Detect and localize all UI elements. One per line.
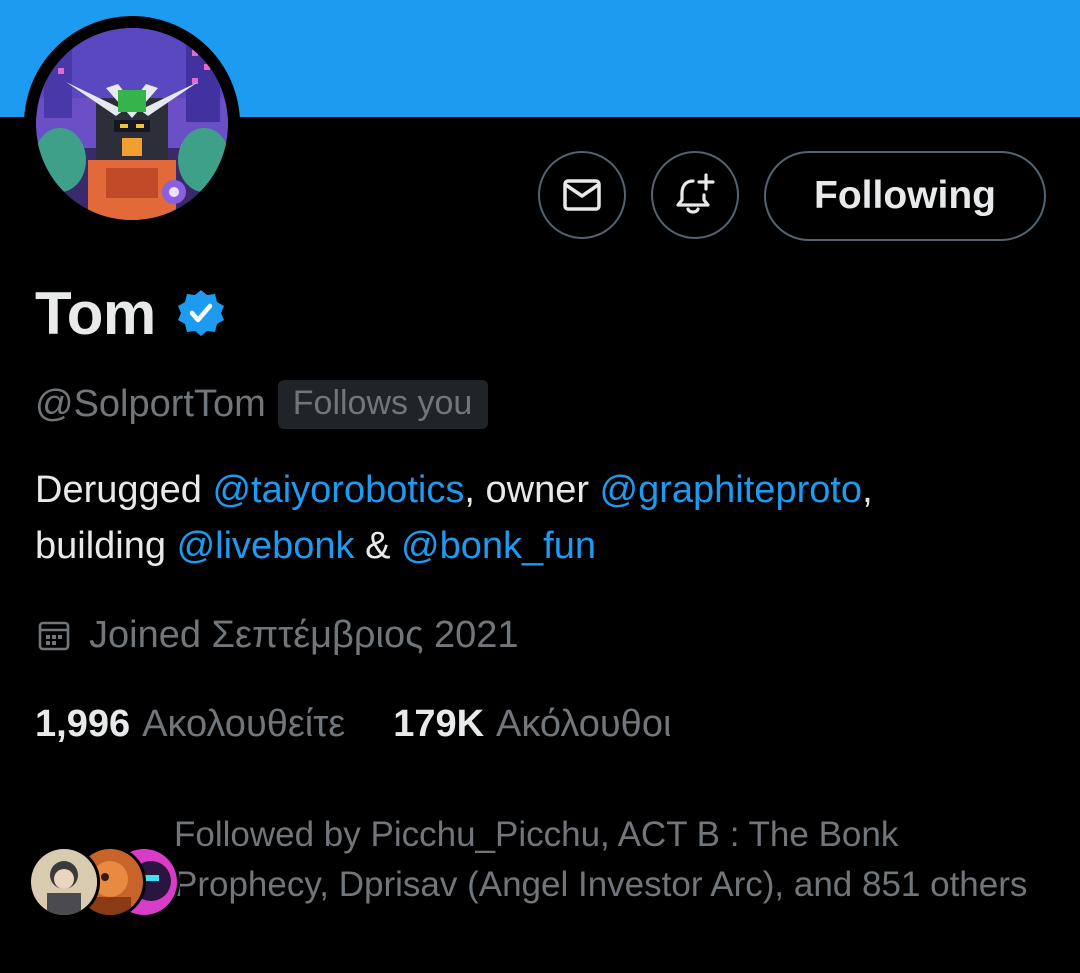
bell-plus-icon [676,173,715,214]
profile-name-row: Tom [35,278,226,348]
robot-mecha-avatar-icon [36,28,228,220]
avatar[interactable] [36,28,228,220]
bio-text: Derugged [35,469,213,511]
handle-row: @SolportTom Follows you [35,376,489,432]
mutual-followers-avatars[interactable] [28,846,180,918]
bio-line-2: building @livebonk & @bonk_fun [35,518,1045,574]
joined-date-row: Joined Σεπτέμβριος 2021 [37,609,519,661]
joined-date: Joined Σεπτέμβριος 2021 [89,613,519,656]
bio-text: building [35,525,177,567]
message-button[interactable] [538,151,626,239]
profile-bio: Derugged @taiyorobotics, owner @graphite… [35,462,1045,574]
followers-label: Ακόλουθοι [496,702,672,745]
mention-link-livebonk[interactable]: @livebonk [177,525,355,567]
calendar-icon [37,618,71,652]
bio-text: , owner [464,469,600,511]
followers-count-link[interactable]: 179K Ακόλουθοι [393,703,671,746]
envelope-icon [563,179,601,211]
bio-line-1: Derugged @taiyorobotics, owner @graphite… [35,462,1045,518]
follow-stats: 1,996 Ακολουθείτε 179K Ακόλουθοι [35,697,671,751]
followed-by-text[interactable]: Followed by Picchu_Picchu, ACT B : The B… [174,810,1044,910]
notifications-button[interactable] [651,151,739,239]
followers-count: 179K [393,702,485,745]
following-count-link[interactable]: 1,996 Ακολουθείτε [35,703,345,746]
bio-text: , [862,469,873,511]
mention-link-taiyorobotics[interactable]: @taiyorobotics [212,469,464,511]
bio-text: & [354,525,402,567]
mention-link-graphiteproto[interactable]: @graphiteproto [600,469,863,511]
mutual-follower-avatar [28,846,100,918]
following-button[interactable]: Following [764,151,1046,241]
profile-handle: @SolportTom [35,382,266,425]
following-label: Ακολουθείτε [142,702,346,745]
mention-link-bonk-fun[interactable]: @bonk_fun [401,525,596,567]
verified-badge-icon[interactable] [176,288,226,338]
display-name: Tom [35,279,156,347]
following-count: 1,996 [35,702,131,745]
follows-you-badge: Follows you [277,379,489,429]
